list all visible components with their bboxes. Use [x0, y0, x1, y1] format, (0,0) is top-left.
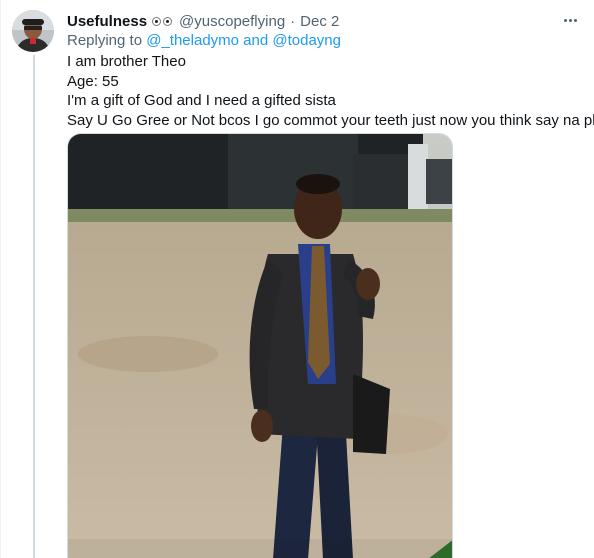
tweet-date[interactable]: Dec 2: [300, 13, 339, 30]
eye-left-icon: [152, 16, 162, 26]
more-dot-3: [573, 18, 577, 22]
tweet-text-line: Age: 55: [67, 72, 119, 90]
tweet-header: Usefulness @yuscopeflying · Dec 2: [67, 11, 554, 31]
eye-right-icon: [163, 16, 173, 26]
mention-joiner: and: [243, 32, 269, 49]
thread-connector-line: [33, 55, 35, 558]
more-dot-2: [568, 18, 572, 22]
video-thumbnail: [68, 134, 452, 558]
replying-to: Replying to @_theladymo and @todayng: [67, 32, 341, 49]
more-dot-1: [563, 18, 567, 22]
mention-link[interactable]: @todayng: [272, 32, 341, 49]
user-handle[interactable]: @yuscopeflying: [179, 13, 285, 30]
mention-link[interactable]: @_theladymo: [146, 32, 239, 49]
tweet-text-line: Say U Go Gree or Not bcos I go commot yo…: [67, 111, 594, 129]
avatar[interactable]: [12, 10, 54, 52]
tweet-text-line: I'm a gift of God and I need a gifted si…: [67, 92, 336, 109]
more-options-icon[interactable]: [560, 12, 580, 28]
replying-to-label: Replying to: [67, 32, 143, 49]
display-name[interactable]: Usefulness: [67, 13, 147, 30]
separator-dot: ·: [290, 12, 296, 30]
avatar-image: [12, 10, 54, 52]
timeline-border: [0, 0, 1, 558]
eyes-emoji-icon: [152, 16, 173, 26]
tweet-text-line: I am brother Theo: [67, 53, 186, 70]
tweet-media-video[interactable]: [67, 133, 453, 558]
tweet-text: I am brother Theo Age: 55 I'm a gift of …: [67, 52, 594, 130]
